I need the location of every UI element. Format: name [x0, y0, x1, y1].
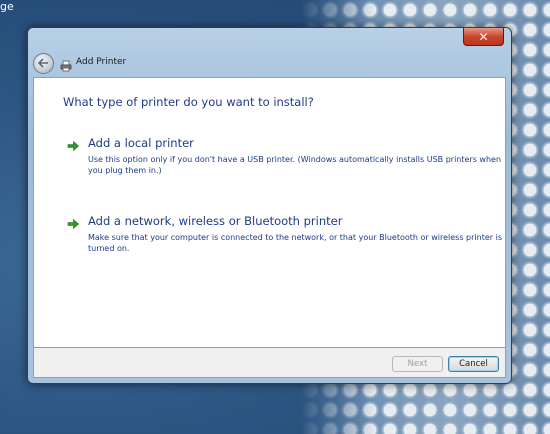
close-button[interactable]: ✕ — [463, 28, 504, 46]
green-arrow-icon — [67, 215, 80, 230]
printer-icon — [60, 57, 72, 72]
back-arrow-icon — [37, 57, 49, 71]
option-title[interactable]: Add a local printer — [88, 136, 194, 150]
wizard-footer: Next Cancel — [33, 348, 506, 378]
window-title: Add Printer — [76, 57, 127, 67]
wizard-content: What type of printer do you want to inst… — [33, 77, 506, 348]
page-title: What type of printer do you want to inst… — [63, 95, 314, 109]
back-button[interactable] — [33, 53, 54, 74]
cancel-button[interactable]: Cancel — [448, 356, 499, 372]
desktop-text: ge — [0, 0, 14, 13]
option-description: Use this option only if you don't have a… — [88, 155, 502, 175]
add-printer-window: ✕ Add Printer What type of printer do yo… — [27, 27, 512, 384]
next-button[interactable]: Next — [392, 356, 443, 372]
option-title[interactable]: Add a network, wireless or Bluetooth pri… — [88, 214, 342, 228]
option-description: Make sure that your computer is connecte… — [88, 233, 502, 253]
green-arrow-icon — [67, 137, 80, 152]
